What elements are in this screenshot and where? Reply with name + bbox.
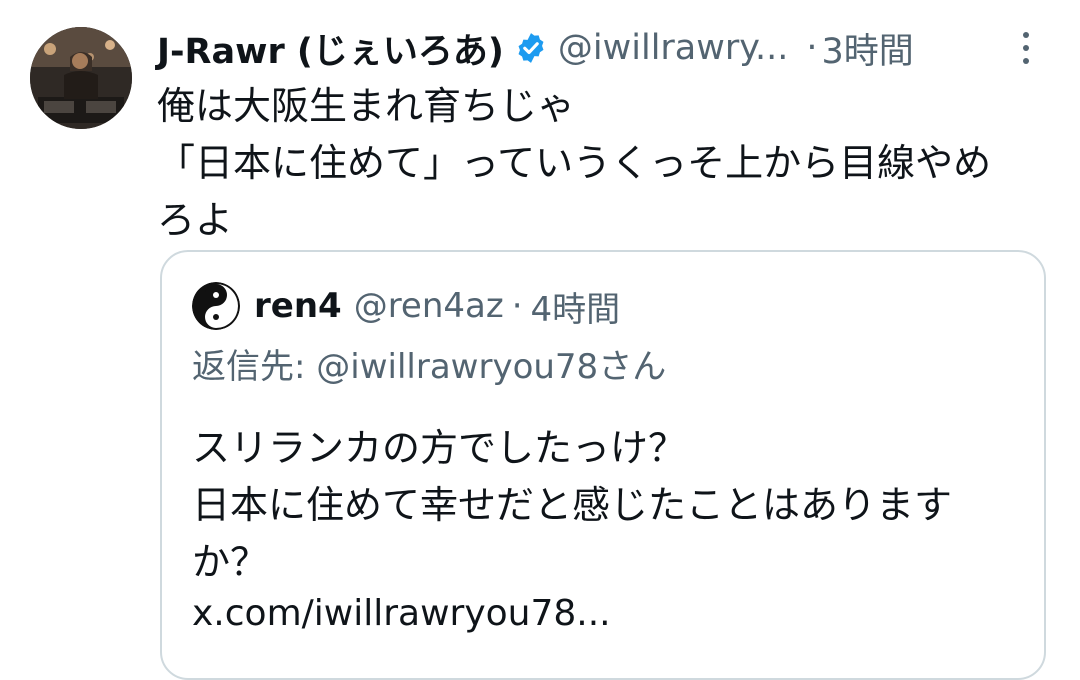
quoted-tweet-text: スリランカの方でしたっけ？ 日本に住めて幸せだと感じたことはありますか？: [192, 426, 953, 584]
tweet-timestamp[interactable]: 3時間: [822, 23, 914, 74]
quoted-tweet-link[interactable]: x.com/iwillrawryou78...: [192, 589, 611, 639]
quoted-author-name[interactable]: ren4: [254, 286, 342, 326]
author-name[interactable]: J-Rawr (じぇいろあ): [157, 23, 504, 74]
tweet-text: 俺は大阪生まれ育ちじゃ 「日本に住めて」っていうくっそ上から目線やめ ろよ: [157, 84, 992, 242]
quoted-tweet-header: ren4 @ren4az · 4時間: [254, 280, 620, 332]
quoted-author-avatar[interactable]: [192, 282, 240, 330]
quoted-tweet-timestamp[interactable]: 4時間: [531, 282, 621, 331]
quoted-header-separator: ·: [511, 286, 523, 326]
verified-badge-icon: [518, 33, 544, 63]
quoted-tweet[interactable]: ren4 @ren4az · 4時間 返信先: @iwillrawryou78さ…: [160, 250, 1046, 680]
avatar-photo-icon: [30, 27, 132, 129]
header-separator: ·: [806, 28, 818, 68]
yin-yang-cat-avatar-icon: [192, 282, 240, 330]
author-handle[interactable]: @iwillrawry...: [558, 28, 788, 68]
quoted-author-handle[interactable]: @ren4az: [354, 286, 504, 326]
author-avatar[interactable]: [30, 27, 132, 129]
tweet[interactable]: J-Rawr (じぇいろあ) @iwillrawry... · 3時間 俺は大阪…: [0, 0, 1080, 680]
reply-to-label: 返信先: @iwillrawryou78さん: [192, 347, 667, 387]
tweet-header: J-Rawr (じぇいろあ) @iwillrawry... · 3時間: [157, 20, 914, 76]
more-options-icon[interactable]: [1014, 28, 1038, 68]
